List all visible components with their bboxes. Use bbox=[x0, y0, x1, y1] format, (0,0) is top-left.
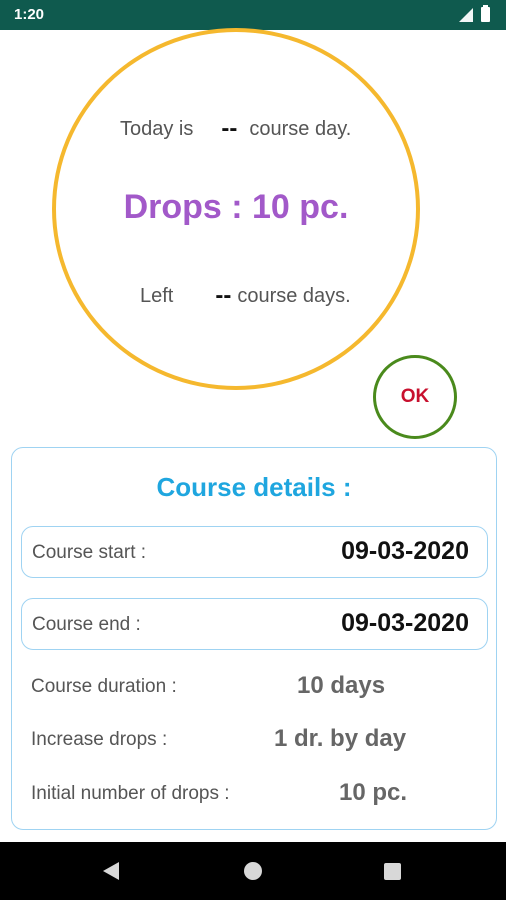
course-duration-value: 10 days bbox=[297, 672, 386, 699]
today-prefix-label: Today is bbox=[120, 117, 194, 140]
left-suffix-label: course days. bbox=[237, 284, 351, 307]
course-duration-label: Course duration : bbox=[31, 676, 177, 697]
days-left-value: -- bbox=[215, 282, 232, 309]
increase-drops-value: 1 dr. by day bbox=[274, 725, 407, 752]
course-end-label: Course end : bbox=[32, 614, 141, 635]
drops-count-title: Drops : 10 pc. bbox=[123, 188, 349, 226]
course-end-value: 09-03-2020 bbox=[341, 609, 469, 637]
course-details-title: Course details : bbox=[156, 472, 352, 502]
course-counter-circle: Today is -- course day. Drops : 10 pc. L… bbox=[52, 28, 420, 390]
status-bar: 1:20 bbox=[0, 0, 506, 30]
ok-button[interactable]: OK bbox=[373, 355, 457, 439]
course-start-field[interactable]: Course start : 09-03-2020 bbox=[21, 526, 488, 578]
navigation-bar bbox=[0, 842, 506, 900]
home-icon[interactable] bbox=[244, 862, 262, 880]
signal-icon bbox=[459, 7, 473, 22]
days-left-line: Left -- course days. bbox=[140, 282, 351, 310]
increase-drops-row: Increase drops : 1 dr. by day bbox=[12, 723, 496, 757]
course-start-label: Course start : bbox=[32, 542, 147, 563]
status-time: 1:20 bbox=[14, 6, 45, 23]
recents-icon[interactable] bbox=[384, 863, 401, 880]
today-course-day-value: -- bbox=[221, 115, 238, 142]
course-duration-row: Course duration : 10 days bbox=[12, 670, 496, 704]
back-icon[interactable] bbox=[103, 862, 119, 880]
initial-drops-label: Initial number of drops : bbox=[31, 783, 230, 804]
course-start-value: 09-03-2020 bbox=[341, 537, 469, 565]
increase-drops-label: Increase drops : bbox=[31, 729, 168, 750]
today-course-day-line: Today is -- course day. bbox=[120, 115, 351, 143]
initial-drops-value: 10 pc. bbox=[339, 779, 408, 806]
battery-icon bbox=[481, 5, 490, 22]
status-icons bbox=[459, 5, 490, 22]
today-suffix-label: course day. bbox=[249, 117, 352, 140]
course-end-field[interactable]: Course end : 09-03-2020 bbox=[21, 598, 488, 650]
course-details-card: Course details : Course start : 09-03-20… bbox=[11, 447, 497, 830]
left-prefix-label: Left bbox=[140, 284, 174, 307]
initial-drops-row: Initial number of drops : 10 pc. bbox=[12, 777, 496, 811]
